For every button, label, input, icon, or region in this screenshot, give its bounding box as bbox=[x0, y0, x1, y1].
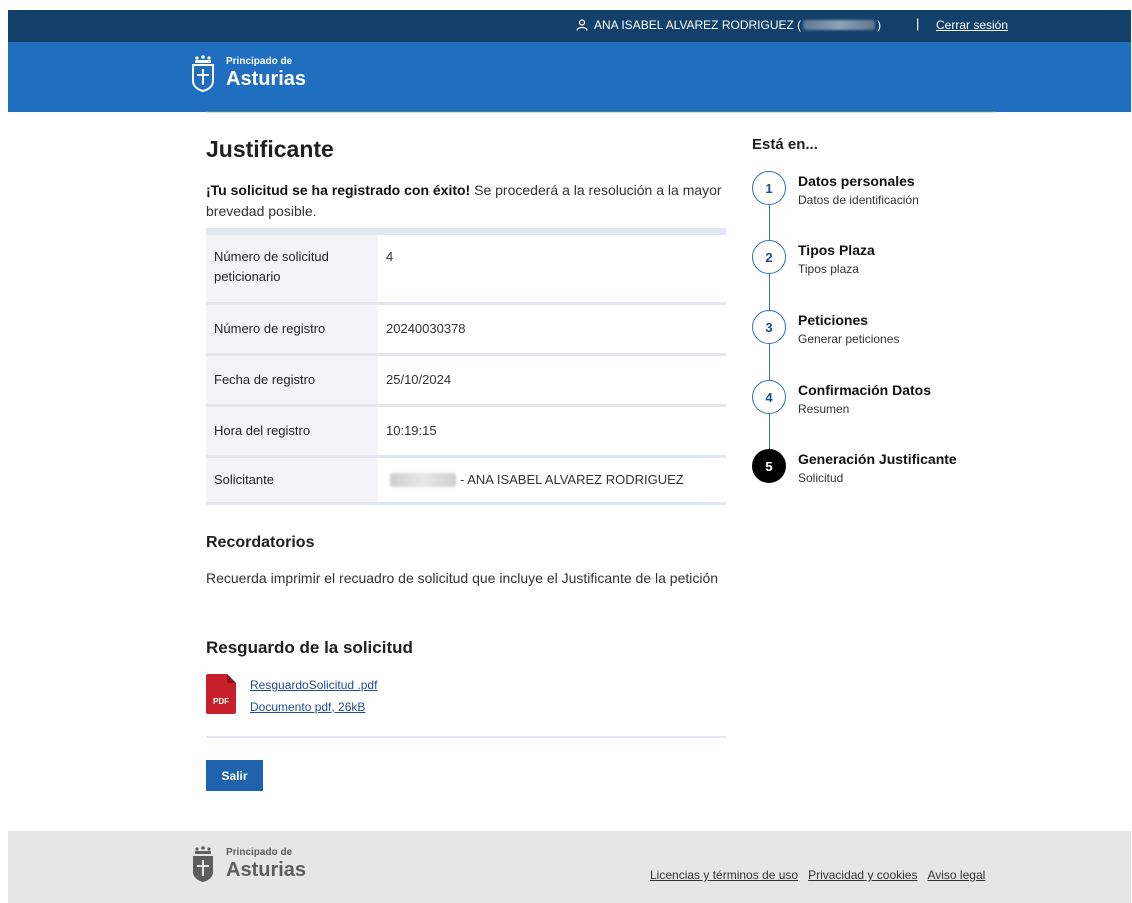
step-3: 3 Peticiones Generar peticiones bbox=[752, 310, 1052, 350]
pdf-meta-link[interactable]: Documento pdf, 26kB bbox=[250, 700, 377, 714]
redacted-id bbox=[803, 20, 876, 30]
footer-link-privacy[interactable]: Privacidad y cookies bbox=[808, 868, 917, 882]
receipt-table: Número de solicitud peticionario 4 Númer… bbox=[206, 228, 726, 505]
brand-line1: Principado de bbox=[226, 56, 293, 67]
success-message: ¡Tu solicitud se ha registrado con éxito… bbox=[206, 180, 726, 222]
row-value: 10:19:15 bbox=[386, 423, 437, 438]
user-info: ANA ISABEL ALVAREZ RODRIGUEZ ( ) bbox=[576, 18, 881, 32]
step-subtitle: Generar peticiones bbox=[798, 332, 900, 346]
table-row: Número de solicitud peticionario 4 bbox=[206, 235, 726, 305]
reminders-heading: Recordatorios bbox=[206, 534, 315, 551]
table-row: Fecha de registro 25/10/2024 bbox=[206, 356, 726, 407]
step-4: 4 Confirmación Datos Resumen bbox=[752, 380, 1052, 420]
site-footer: Principado de Asturias Licencias y térmi… bbox=[8, 831, 1131, 903]
exit-button[interactable]: Salir bbox=[206, 760, 263, 791]
row-label: Número de registro bbox=[206, 305, 378, 353]
step-title: Datos personales bbox=[798, 173, 915, 189]
receipt-heading: Resguardo de la solicitud bbox=[206, 638, 413, 657]
footer-link-legal[interactable]: Aviso legal bbox=[927, 868, 985, 882]
footer-logo[interactable]: Principado de Asturias bbox=[190, 845, 306, 883]
user-icon bbox=[576, 19, 588, 31]
step-number: 4 bbox=[752, 380, 786, 414]
step-5: 5 Generación Justificante Solicitud bbox=[752, 449, 1052, 489]
table-row: Número de registro 20240030378 bbox=[206, 305, 726, 356]
brand-line2: Asturias bbox=[226, 68, 307, 90]
step-title: Confirmación Datos bbox=[798, 382, 932, 398]
header-accent-line bbox=[206, 111, 996, 113]
step-title: Tipos Plaza bbox=[798, 242, 875, 258]
step-number-active: 5 bbox=[752, 449, 786, 483]
user-name-suffix: ) bbox=[877, 18, 882, 32]
row-label: Solicitante bbox=[206, 458, 378, 502]
row-value-applicant: - ANA ISABEL ALVAREZ RODRIGUEZ bbox=[378, 458, 726, 502]
step-subtitle: Datos de identificación bbox=[798, 193, 919, 207]
asturias-crest-icon bbox=[192, 55, 214, 92]
brand-line1: Principado de bbox=[226, 847, 293, 858]
table-row: Hora del registro 10:19:15 bbox=[206, 407, 726, 458]
download-pdf-link[interactable]: ResguardoSolicitud .pdf bbox=[250, 678, 377, 692]
table-row: Solicitante - ANA ISABEL ALVAREZ RODRIGU… bbox=[206, 458, 726, 505]
row-label: Número de solicitud peticionario bbox=[206, 235, 378, 302]
step-2: 2 Tipos Plaza Tipos plaza bbox=[752, 240, 1052, 280]
steps-heading: Está en... bbox=[752, 136, 818, 153]
pdf-file-icon: PDF bbox=[206, 674, 236, 714]
redacted-id bbox=[390, 473, 456, 487]
user-name: ANA ISABEL ALVAREZ RODRIGUEZ ( bbox=[594, 18, 802, 32]
step-title: Generación Justificante bbox=[798, 451, 957, 467]
page-title: Justificante bbox=[206, 136, 334, 162]
step-number: 3 bbox=[752, 310, 786, 344]
step-number: 1 bbox=[752, 171, 786, 205]
applicant-name: - ANA ISABEL ALVAREZ RODRIGUEZ bbox=[460, 472, 684, 487]
step-1: 1 Datos personales Datos de identificaci… bbox=[752, 171, 1052, 211]
row-value: 25/10/2024 bbox=[386, 372, 452, 387]
row-value: 4 bbox=[386, 249, 394, 264]
footer-links: Licencias y términos de uso Privacidad y… bbox=[650, 868, 985, 882]
success-message-bold: ¡Tu solicitud se ha registrado con éxito… bbox=[206, 182, 471, 198]
pdf-badge-text: PDF bbox=[213, 697, 229, 706]
footer-link-licenses[interactable]: Licencias y términos de uso bbox=[650, 868, 798, 882]
separator: | bbox=[916, 16, 920, 31]
row-value: 20240030378 bbox=[386, 321, 466, 336]
brand-line2: Asturias bbox=[226, 859, 307, 881]
step-subtitle: Tipos plaza bbox=[798, 262, 859, 276]
user-bar: ANA ISABEL ALVAREZ RODRIGUEZ ( ) | Cerra… bbox=[8, 10, 1131, 42]
reminders-text: Recuerda imprimir el recuadro de solicit… bbox=[206, 570, 719, 586]
logout-link[interactable]: Cerrar sesión bbox=[936, 18, 1008, 32]
row-label: Hora del registro bbox=[206, 407, 378, 455]
row-label: Fecha de registro bbox=[206, 356, 378, 404]
step-number: 2 bbox=[752, 240, 786, 274]
site-header: Principado de Asturias bbox=[8, 42, 1131, 112]
receipt-file: PDF ResguardoSolicitud .pdf Documento pd… bbox=[206, 674, 377, 714]
step-subtitle: Resumen bbox=[798, 402, 850, 416]
divider bbox=[206, 736, 726, 738]
site-logo[interactable]: Principado de Asturias bbox=[190, 54, 306, 92]
asturias-crest-icon bbox=[193, 846, 213, 882]
step-subtitle: Solicitud bbox=[798, 471, 844, 485]
step-title: Peticiones bbox=[798, 312, 869, 328]
